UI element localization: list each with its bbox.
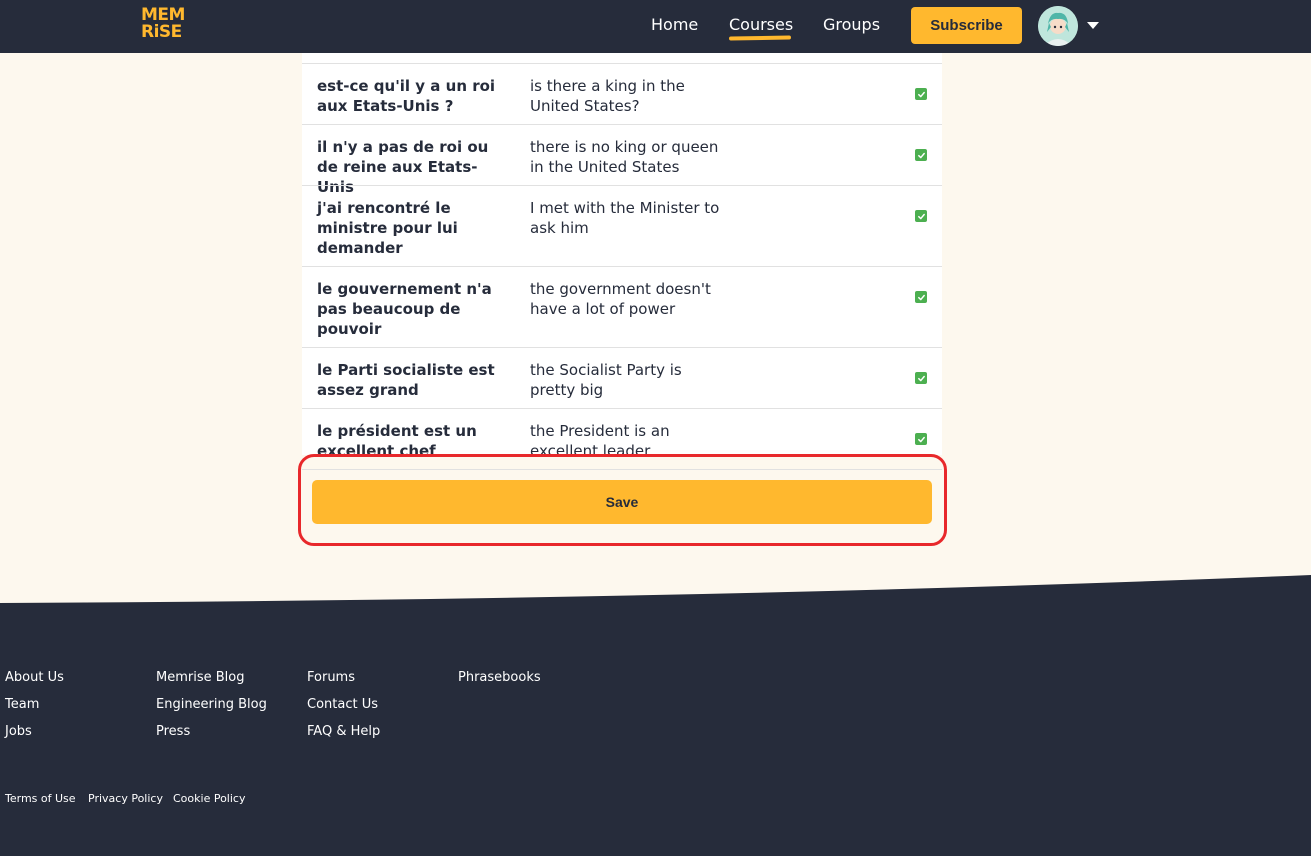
english-translation: the government doesn't have a lot of pow… [530,280,711,318]
avatar-character-icon [1038,6,1078,46]
french-phrase: le président est un excellent chef [317,422,477,455]
english-translation: the President is an excellent leader [530,422,670,455]
french-phrase: est-ce qu'il y a un roi aux Etats-Unis ? [317,77,496,115]
footer-link-about-us[interactable]: About Us [5,670,64,685]
save-button[interactable]: Save [312,480,932,524]
footer-link-forums[interactable]: Forums [307,670,355,685]
user-avatar[interactable] [1038,6,1078,46]
table-row: j'ai rencontré le ministre pour lui dema… [302,185,942,267]
footer-link-terms-of-use[interactable]: Terms of Use [5,792,76,805]
footer-link-faq-help[interactable]: FAQ & Help [307,724,380,739]
footer-link-memrise-blog[interactable]: Memrise Blog [156,670,244,685]
footer-link-phrasebooks[interactable]: Phrasebooks [458,670,541,685]
checkbox-checked-icon[interactable] [915,149,927,161]
table-row: le Parti socialiste est assez grand the … [302,347,942,409]
checkbox-checked-icon[interactable] [915,291,927,303]
table-row: le gouvernement n'a pas beaucoup de pouv… [302,266,942,348]
french-phrase: j'ai rencontré le ministre pour lui dema… [317,199,458,257]
subscribe-button[interactable]: Subscribe [911,7,1022,44]
footer-link-engineering-blog[interactable]: Engineering Blog [156,697,267,712]
footer: About Us Team Jobs Memrise Blog Engineer… [0,603,1311,856]
nav-home[interactable]: Home [651,15,698,34]
nav-groups[interactable]: Groups [823,15,880,34]
footer-link-cookie-policy[interactable]: Cookie Policy [173,792,245,805]
checkbox-checked-icon[interactable] [915,433,927,445]
footer-link-contact-us[interactable]: Contact Us [307,697,378,712]
nav-courses[interactable]: Courses [729,15,793,34]
english-translation: is there a king in the United States? [530,77,685,115]
french-phrase: le Parti socialiste est assez grand [317,361,495,399]
table-row: il n'y a pas de roi ou de reine aux Etat… [302,124,942,196]
footer-link-team[interactable]: Team [5,697,39,712]
footer-link-privacy-policy[interactable]: Privacy Policy [88,792,163,805]
footer-link-jobs[interactable]: Jobs [5,724,32,739]
english-translation: the Socialist Party is pretty big [530,361,682,399]
table-row: est-ce qu'il y a un roi aux Etats-Unis ?… [302,63,942,125]
table-row: le président est un excellent chef the P… [302,408,942,455]
logo-text-bottom: RiSE [141,22,182,42]
english-translation: I met with the Minister to ask him [530,199,720,237]
checkbox-checked-icon[interactable] [915,372,927,384]
footer-link-press[interactable]: Press [156,724,190,739]
active-tab-underline [728,35,792,41]
memrise-logo[interactable]: MEM RiSE [141,7,185,45]
top-navigation-bar: MEM RiSE Home Courses Groups Subscribe [0,0,1311,53]
word-list-table: est-ce qu'il y a un roi aux Etats-Unis ?… [302,53,942,455]
chevron-down-icon[interactable] [1087,22,1099,29]
french-phrase: le gouvernement n'a pas beaucoup de pouv… [317,280,492,338]
checkbox-checked-icon[interactable] [915,210,927,222]
english-translation: there is no king or queen in the United … [530,138,719,176]
checkbox-checked-icon[interactable] [915,88,927,100]
